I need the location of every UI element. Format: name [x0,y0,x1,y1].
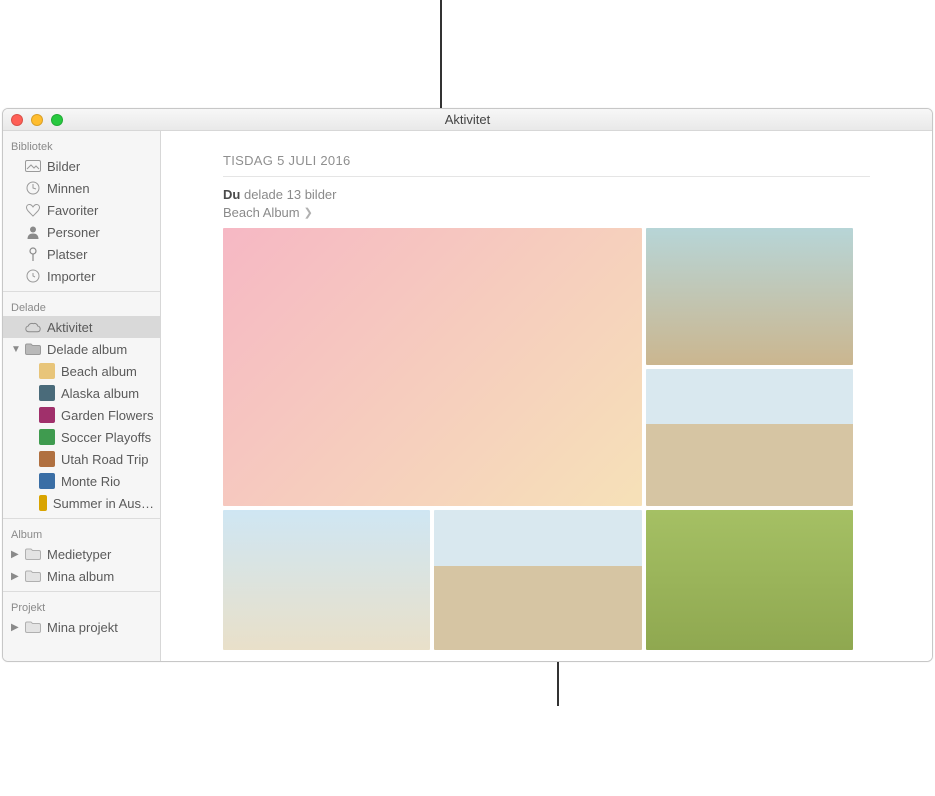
sidebar-item-myprojects[interactable]: ▶ Mina projekt [3,616,160,638]
album-thumb-icon [39,407,55,423]
sidebar-item-label: Soccer Playoffs [61,430,151,445]
maximize-icon[interactable] [51,114,63,126]
activity-author: Du [223,187,240,202]
sidebar-item-label: Garden Flowers [61,408,153,423]
sidebar-item-label: Mina projekt [47,620,118,635]
sidebar-item-photos[interactable]: Bilder [3,155,160,177]
album-thumb-icon [39,429,55,445]
sidebar-album-item[interactable]: Utah Road Trip [3,448,160,470]
minimize-icon[interactable] [31,114,43,126]
sidebar-album-item[interactable]: Garden Flowers [3,404,160,426]
divider [223,176,870,177]
sidebar-item-label: Utah Road Trip [61,452,148,467]
sidebar-item-label: Platser [47,247,87,262]
sidebar-section-shared: Delade [3,296,160,316]
sidebar-section-library: Bibliotek [3,135,160,155]
clock-icon [25,180,41,196]
photo-thumbnail[interactable] [646,228,853,365]
photo-thumbnail[interactable] [646,369,853,506]
album-link[interactable]: Beach Album ❯ [223,205,313,228]
pin-icon [25,246,41,262]
window-title: Aktivitet [445,112,491,127]
photo-thumbnail[interactable] [646,510,853,650]
callout-line-top [440,0,442,110]
sidebar-item-label: Favoriter [47,203,98,218]
album-thumb-icon [39,363,55,379]
person-icon [25,224,41,240]
sidebar-item-label: Delade album [47,342,127,357]
titlebar: Aktivitet [3,109,932,131]
chevron-right-icon: ▶ [11,571,19,582]
chevron-right-icon: ▶ [11,549,19,560]
activity-date: TISDAG 5 JULI 2016 [223,153,870,176]
sidebar-item-label: Aktivitet [47,320,93,335]
heart-icon [25,202,41,218]
cloud-icon [25,319,41,335]
sidebar-album-item[interactable]: Soccer Playoffs [3,426,160,448]
album-name: Beach Album [223,205,300,220]
sidebar-item-label: Bilder [47,159,80,174]
sidebar-item-label: Mina album [47,569,114,584]
app-window: Aktivitet Bibliotek Bilder Minnen [2,108,933,662]
folder-icon [25,568,41,584]
sidebar-item-shared-albums[interactable]: ▼ Delade album [3,338,160,360]
sidebar-item-myalbums[interactable]: ▶ Mina album [3,565,160,587]
folder-icon [25,341,41,357]
activity-feed: TISDAG 5 JULI 2016 Du delade 13 bilder B… [161,131,932,661]
sidebar-item-people[interactable]: Personer [3,221,160,243]
sidebar-item-favorites[interactable]: Favoriter [3,199,160,221]
folder-icon [25,619,41,635]
photo-thumbnail[interactable] [223,228,642,506]
sidebar-item-label: Beach album [61,364,137,379]
photo-grid-row [223,510,853,650]
activity-action: delade 13 bilder [244,187,337,202]
sidebar-item-memories[interactable]: Minnen [3,177,160,199]
sidebar-item-label: Medietyper [47,547,111,562]
sidebar-album-item[interactable]: Beach album [3,360,160,382]
photo-grid [223,228,853,506]
close-icon[interactable] [11,114,23,126]
clock-arrow-icon [25,268,41,284]
album-thumb-icon [39,473,55,489]
photo-thumbnail[interactable] [223,510,430,650]
sidebar-album-item[interactable]: Monte Rio [3,470,160,492]
chevron-right-icon: ▶ [11,622,19,633]
album-thumb-icon [39,385,55,401]
callout-line-bottom [557,661,559,706]
sidebar-item-label: Personer [47,225,100,240]
photos-icon [25,158,41,174]
sidebar-item-label: Importer [47,269,95,284]
sidebar-section-albums: Album [3,523,160,543]
sidebar-album-item[interactable]: Summer in Aus… [3,492,160,514]
sidebar-item-label: Monte Rio [61,474,120,489]
activity-summary: Du delade 13 bilder [223,187,870,204]
chevron-right-icon: ❯ [304,206,313,219]
sidebar-album-item[interactable]: Alaska album [3,382,160,404]
sidebar-item-label: Minnen [47,181,90,196]
photo-thumbnail[interactable] [434,510,641,650]
sidebar-item-imports[interactable]: Importer [3,265,160,287]
sidebar-item-places[interactable]: Platser [3,243,160,265]
sidebar-item-activity[interactable]: Aktivitet [3,316,160,338]
album-thumb-icon [39,451,55,467]
album-thumb-icon [39,495,47,511]
sidebar-item-mediatypes[interactable]: ▶ Medietyper [3,543,160,565]
sidebar-section-projects: Projekt [3,596,160,616]
sidebar-item-label: Summer in Aus… [53,496,154,511]
sidebar-item-label: Alaska album [61,386,139,401]
sidebar: Bibliotek Bilder Minnen [3,131,161,661]
folder-icon [25,546,41,562]
chevron-down-icon: ▼ [11,344,19,355]
